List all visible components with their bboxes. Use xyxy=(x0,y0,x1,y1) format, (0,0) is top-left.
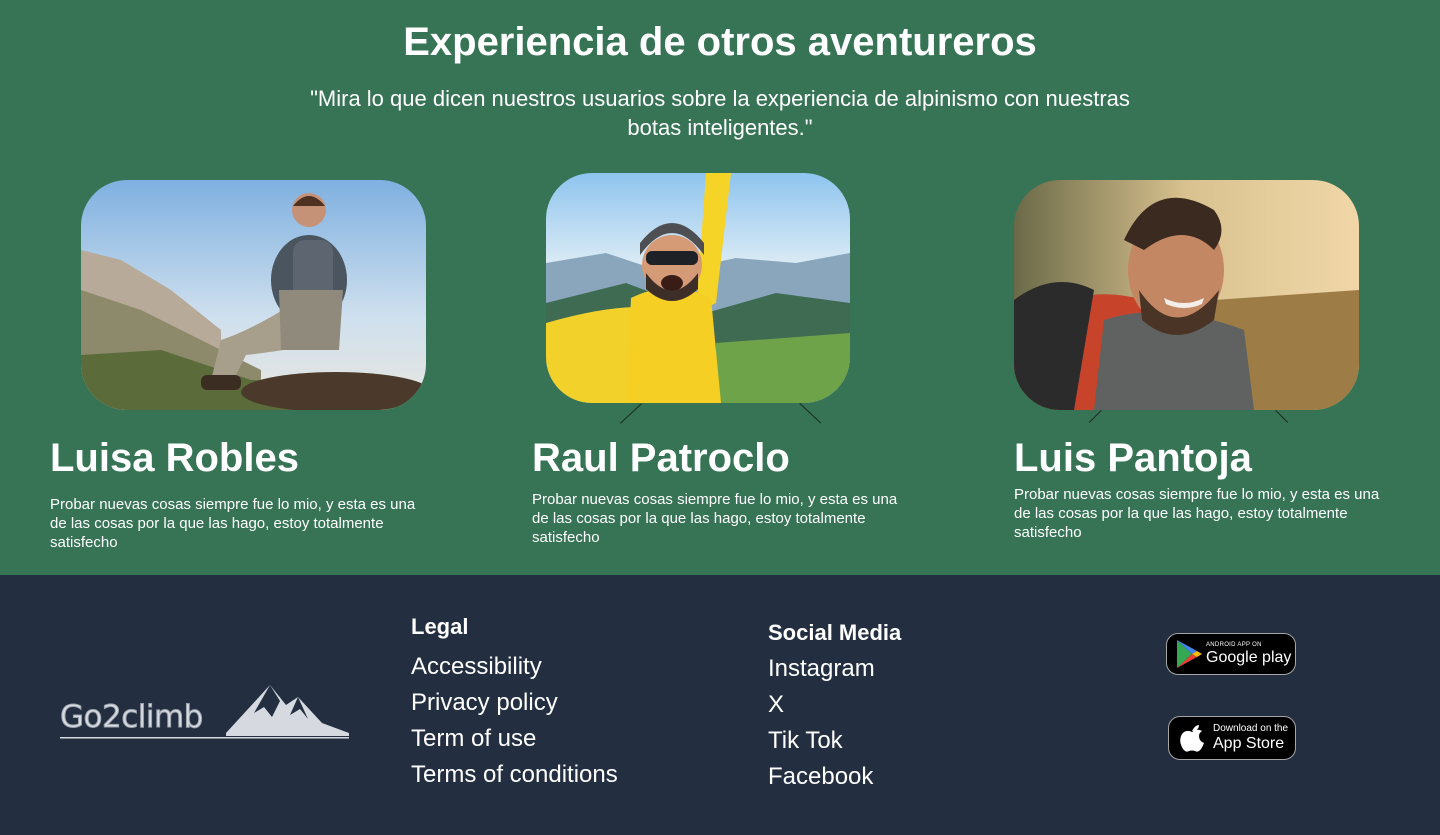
link-privacy-policy[interactable]: Privacy policy xyxy=(411,689,558,717)
section-subtitle: "Mira lo que dicen nuestros usuarios sob… xyxy=(310,86,1130,140)
app-store-small-text: Download on the xyxy=(1213,723,1289,734)
link-x[interactable]: X xyxy=(768,691,784,719)
google-play-icon xyxy=(1177,640,1202,668)
app-store-text: Download on the App Store xyxy=(1213,723,1288,753)
app-store-big-text: App Store xyxy=(1213,735,1285,752)
testimonials-section: Experiencia de otros aventureros "Mira l… xyxy=(0,0,1440,575)
luis-pantoja-photo xyxy=(1014,180,1359,410)
social-media-title: Social Media xyxy=(768,620,902,645)
testimonial-name: Luis Pantoja xyxy=(1014,436,1252,480)
raul-patroclo-photo xyxy=(546,173,850,403)
link-terms-of-conditions[interactable]: Terms of conditions xyxy=(411,761,618,789)
google-play-big-text: Google play xyxy=(1206,648,1292,666)
link-accessibility[interactable]: Accessibility xyxy=(411,653,542,681)
link-term-of-use[interactable]: Term of use xyxy=(411,725,536,753)
app-store-badge[interactable]: Download on the App Store xyxy=(1168,716,1296,760)
legal-title: Legal xyxy=(411,614,469,639)
card-stand-line xyxy=(799,403,822,424)
section-title: Experiencia de otros aventureros xyxy=(403,20,1037,64)
google-play-small-text: ANDROID APP ON xyxy=(1206,641,1262,648)
link-instagram[interactable]: Instagram xyxy=(768,655,875,683)
google-play-text: ANDROID APP ON Google play xyxy=(1206,642,1291,667)
card-stand-line xyxy=(620,403,642,424)
testimonial-quote: Probar nuevas cosas siempre fue lo mio, … xyxy=(1014,486,1380,541)
luisa-robles-photo xyxy=(81,180,426,410)
testimonial-quote: Probar nuevas cosas siempre fue lo mio, … xyxy=(532,491,898,546)
card-stand-line xyxy=(1275,410,1289,423)
logo-text: Go2climb xyxy=(60,699,204,736)
testimonial-quote: Probar nuevas cosas siempre fue lo mio, … xyxy=(50,496,416,551)
testimonial-name: Luisa Robles xyxy=(50,436,299,480)
link-facebook[interactable]: Facebook xyxy=(768,763,873,791)
card-stand-line xyxy=(1089,409,1102,423)
go2climb-logo[interactable]: Go2climb xyxy=(58,675,354,745)
google-play-badge[interactable]: ANDROID APP ON Google play xyxy=(1166,633,1296,675)
testimonial-name: Raul Patroclo xyxy=(532,436,790,480)
link-tiktok[interactable]: Tik Tok xyxy=(768,727,843,755)
apple-icon xyxy=(1180,725,1204,752)
footer: Go2climb Legal Accessibility Privacy pol… xyxy=(0,575,1440,835)
